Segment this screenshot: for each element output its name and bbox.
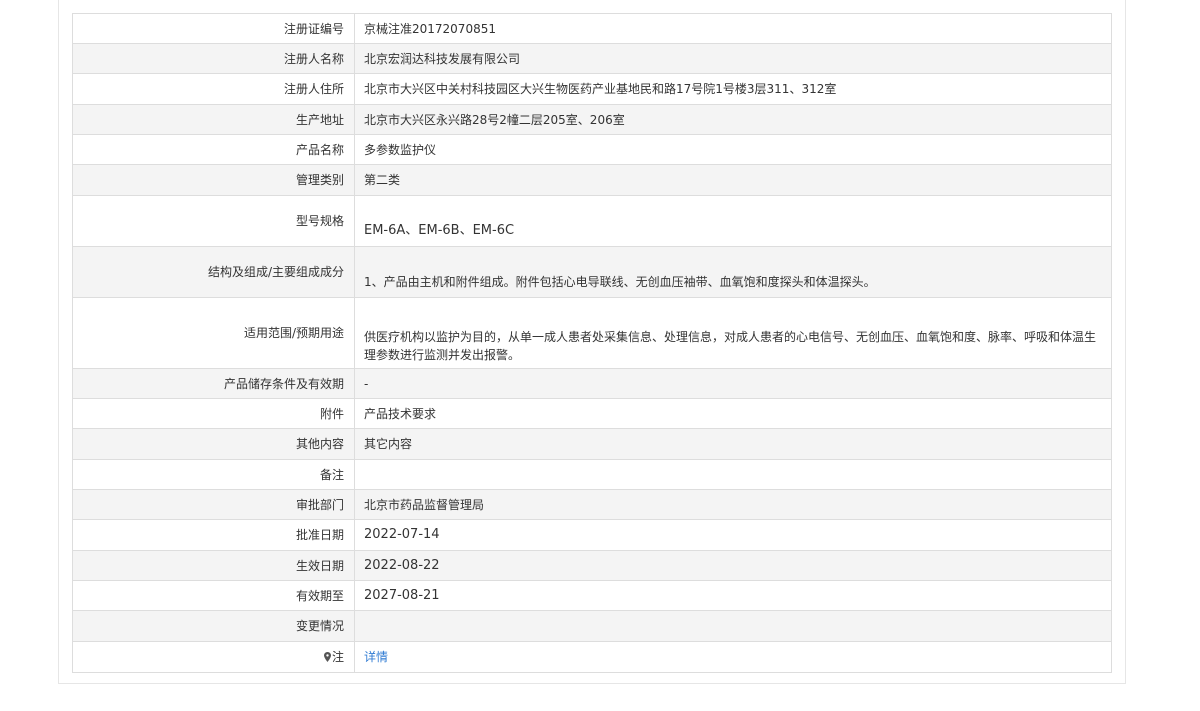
row-label: 注册证编号 — [72, 13, 355, 44]
row-label: 有效期至 — [72, 580, 355, 611]
row-value: - — [354, 368, 1112, 399]
table-row: 有效期至 2027-08-21 — [72, 580, 1112, 611]
table-row: 注册人住所 北京市大兴区中关村科技园区大兴生物医药产业基地民和路17号院1号楼3… — [72, 73, 1112, 105]
row-label: 生效日期 — [72, 550, 355, 581]
note-label: 注 — [331, 650, 344, 664]
table-row: 附件 产品技术要求 — [72, 398, 1112, 429]
row-label: 产品名称 — [72, 134, 355, 165]
table-row: 生效日期 2022-08-22 — [72, 550, 1112, 581]
row-label: 生产地址 — [72, 104, 355, 135]
table-row: 型号规格 EM-6A、EM-6B、EM-6C — [72, 195, 1112, 247]
row-value: 产品技术要求 — [354, 398, 1112, 429]
row-value: 北京宏润达科技发展有限公司 — [354, 43, 1112, 74]
table-row: 审批部门 北京市药品监督管理局 — [72, 489, 1112, 520]
row-value: 详情 — [354, 641, 1112, 673]
table-row: 备注 — [72, 459, 1112, 490]
row-value: 供医疗机构以监护为目的，从单一成人患者处采集信息、处理信息，对成人患者的心电信号… — [354, 297, 1112, 369]
row-label: 适用范围/预期用途 — [72, 297, 355, 369]
table-row: 注册证编号 京械注准20172070851 — [72, 13, 1112, 44]
row-label: 管理类别 — [72, 164, 355, 196]
row-value: 1、产品由主机和附件组成。附件包括心电导联线、无创血压袖带、血氧饱和度探头和体温… — [354, 246, 1112, 298]
row-label: 审批部门 — [72, 489, 355, 520]
row-label: 注册人住所 — [72, 73, 355, 105]
detail-panel: 注册证编号 京械注准20172070851 注册人名称 北京宏润达科技发展有限公… — [58, 0, 1126, 684]
row-value — [354, 610, 1112, 642]
details-link[interactable]: 详情 — [364, 650, 388, 664]
row-value: 2027-08-21 — [354, 580, 1112, 611]
row-label: 附件 — [72, 398, 355, 429]
registration-info-table: 注册证编号 京械注准20172070851 注册人名称 北京宏润达科技发展有限公… — [72, 13, 1112, 673]
row-label: 产品储存条件及有效期 — [72, 368, 355, 399]
table-row: 注册人名称 北京宏润达科技发展有限公司 — [72, 43, 1112, 74]
row-value: 第二类 — [354, 164, 1112, 196]
table-row: 结构及组成/主要组成成分 1、产品由主机和附件组成。附件包括心电导联线、无创血压… — [72, 246, 1112, 298]
table-row: 产品储存条件及有效期 - — [72, 368, 1112, 399]
row-value: 北京市药品监督管理局 — [354, 489, 1112, 520]
table-row: 注 详情 — [72, 641, 1112, 673]
table-row: 生产地址 北京市大兴区永兴路28号2幢二层205室、206室 — [72, 104, 1112, 135]
row-label: 注册人名称 — [72, 43, 355, 74]
row-label: 其他内容 — [72, 428, 355, 460]
row-label: 变更情况 — [72, 610, 355, 642]
row-value: 2022-07-14 — [354, 519, 1112, 551]
table-row: 适用范围/预期用途 供医疗机构以监护为目的，从单一成人患者处采集信息、处理信息，… — [72, 297, 1112, 369]
row-value: 北京市大兴区永兴路28号2幢二层205室、206室 — [354, 104, 1112, 135]
map-pin-icon — [323, 652, 331, 662]
row-value — [354, 459, 1112, 490]
row-value: 其它内容 — [354, 428, 1112, 460]
row-value: 京械注准20172070851 — [354, 13, 1112, 44]
row-value: 多参数监护仪 — [354, 134, 1112, 165]
row-value: 北京市大兴区中关村科技园区大兴生物医药产业基地民和路17号院1号楼3层311、3… — [354, 73, 1112, 105]
row-label: 结构及组成/主要组成成分 — [72, 246, 355, 298]
row-label: 型号规格 — [72, 195, 355, 247]
row-label: 批准日期 — [72, 519, 355, 551]
table-row: 其他内容 其它内容 — [72, 428, 1112, 460]
table-row: 变更情况 — [72, 610, 1112, 642]
row-value: EM-6A、EM-6B、EM-6C — [354, 195, 1112, 247]
row-label: 备注 — [72, 459, 355, 490]
table-row: 批准日期 2022-07-14 — [72, 519, 1112, 551]
table-row: 产品名称 多参数监护仪 — [72, 134, 1112, 165]
row-value: 2022-08-22 — [354, 550, 1112, 581]
row-label: 注 — [72, 641, 355, 673]
table-row: 管理类别 第二类 — [72, 164, 1112, 196]
